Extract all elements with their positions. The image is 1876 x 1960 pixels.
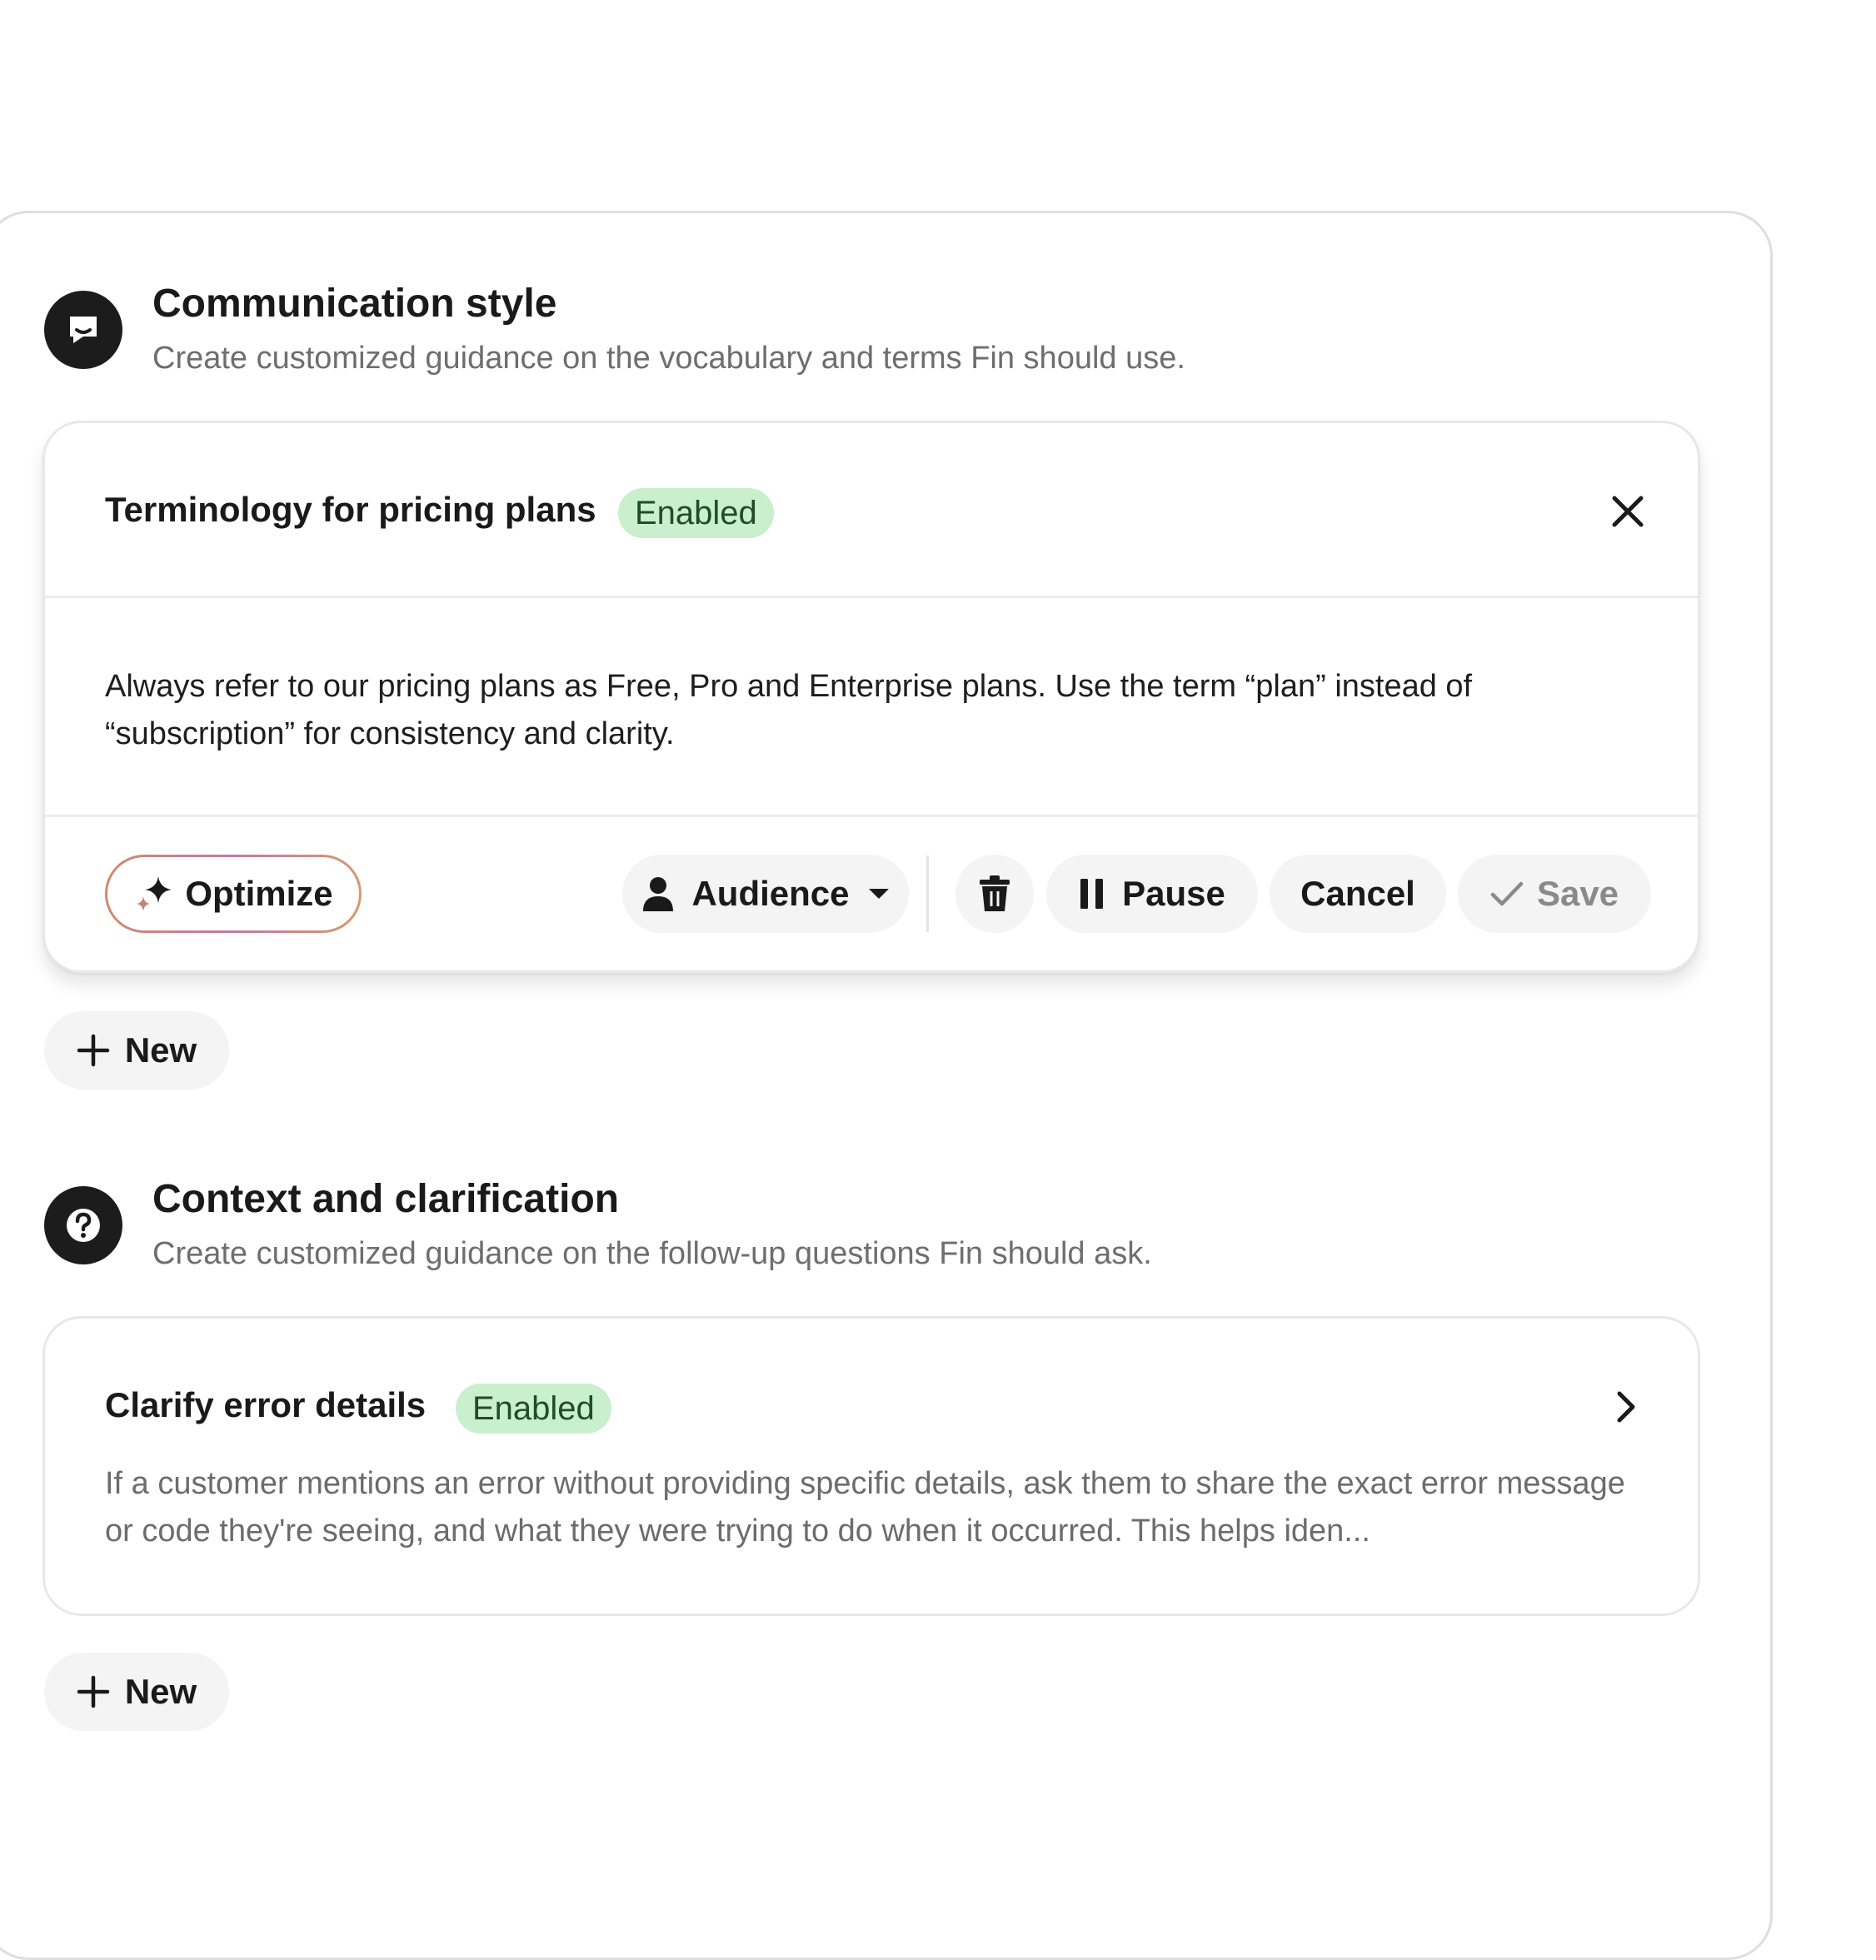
chat-bubble-icon <box>44 291 122 369</box>
guidance-description: If a customer mentions an error without … <box>105 1466 1625 1549</box>
new-guidance-button-context[interactable]: New <box>44 1653 229 1731</box>
audience-dropdown[interactable]: Audience <box>622 855 909 933</box>
sparkle-icon <box>137 876 172 911</box>
trash-icon <box>980 875 1010 911</box>
audience-label: Audience <box>691 874 850 913</box>
guidance-card-clarify-errors[interactable]: Clarify error details Enabled If a custo… <box>42 1316 1700 1616</box>
card-footer: Optimize Audience Pause Cancel Save <box>45 817 1698 970</box>
section-subtitle: Create customized guidance on the vocabu… <box>152 341 1185 376</box>
pause-button[interactable]: Pause <box>1046 855 1258 933</box>
cancel-label: Cancel <box>1300 874 1415 913</box>
checkmark-icon <box>1490 881 1524 906</box>
optimize-button[interactable]: Optimize <box>105 855 362 933</box>
status-badge: Enabled <box>456 1384 611 1434</box>
cancel-button[interactable]: Cancel <box>1270 855 1446 933</box>
caret-down-icon <box>868 889 889 899</box>
pause-icon <box>1080 879 1104 909</box>
optimize-label: Optimize <box>185 874 333 913</box>
close-icon <box>1612 496 1644 527</box>
card-title: Clarify error details <box>105 1385 427 1424</box>
new-label: New <box>124 1030 197 1070</box>
guidance-panel: Communication style Create customized gu… <box>0 211 1773 1960</box>
section-context-clarification: Context and clarification Create customi… <box>44 1177 1710 1286</box>
save-button[interactable]: Save <box>1458 855 1651 933</box>
person-icon <box>643 877 674 911</box>
status-badge: Enabled <box>618 488 774 538</box>
toolbar-divider <box>926 855 929 932</box>
guidance-text[interactable]: Always refer to our pricing plans as Fre… <box>105 663 1629 758</box>
card-body: Always refer to our pricing plans as Fre… <box>45 598 1698 817</box>
delete-button[interactable] <box>955 855 1034 933</box>
pause-label: Pause <box>1122 874 1225 913</box>
save-label: Save <box>1536 874 1619 913</box>
chevron-right-icon <box>1617 1391 1635 1423</box>
section-subtitle: Create customized guidance on the follow… <box>152 1236 1152 1271</box>
close-button[interactable] <box>1609 493 1646 530</box>
plus-icon <box>77 1034 110 1067</box>
section-communication-style: Communication style Create customized gu… <box>44 282 1710 391</box>
new-label: New <box>124 1672 197 1711</box>
open-card-button[interactable] <box>1611 1390 1641 1424</box>
question-mark-icon <box>44 1186 122 1264</box>
card-header: Terminology for pricing plans Enabled <box>45 423 1698 598</box>
guidance-card-terminology: Terminology for pricing plans Enabled Al… <box>42 421 1700 973</box>
section-title: Communication style <box>152 282 557 326</box>
plus-icon <box>77 1675 110 1708</box>
section-title: Context and clarification <box>152 1177 620 1221</box>
card-title: Terminology for pricing plans <box>105 490 596 529</box>
new-guidance-button-communication[interactable]: New <box>44 1011 229 1090</box>
